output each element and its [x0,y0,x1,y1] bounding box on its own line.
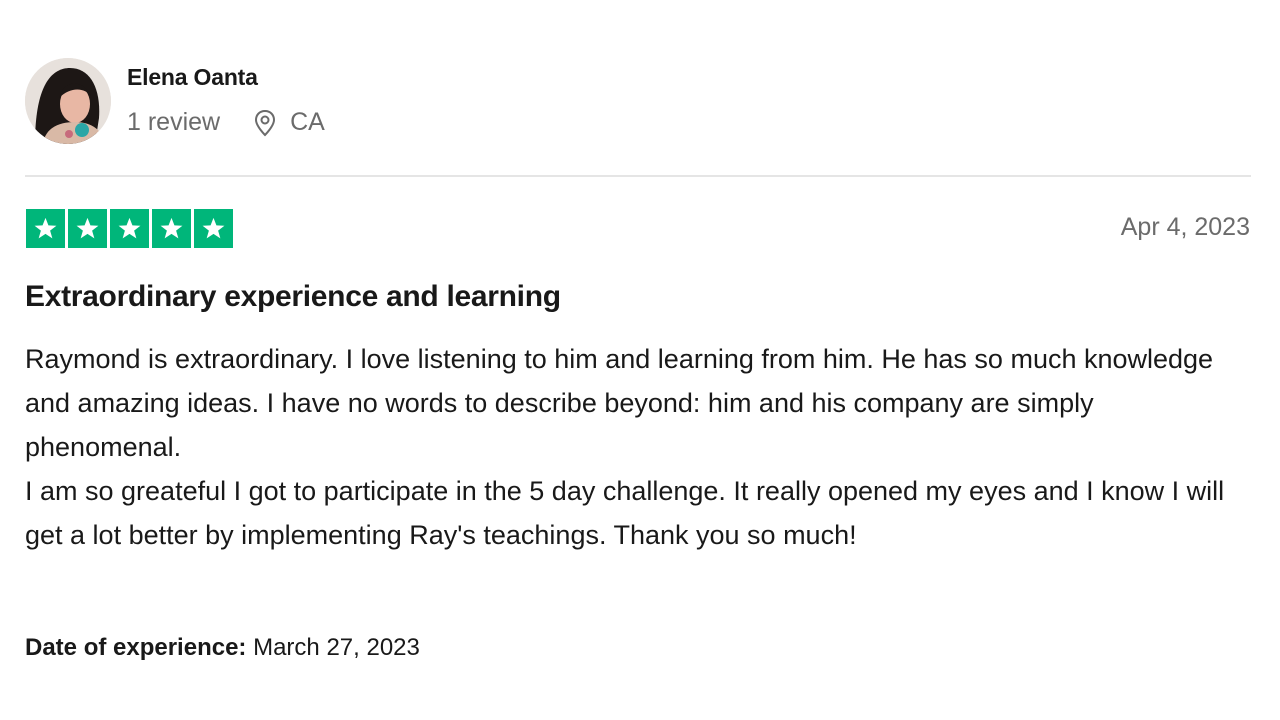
experience-label: Date of experience: [25,634,247,661]
consumer-meta: 1 review CA [127,108,325,137]
consumer-location: CA [290,108,325,136]
review-count: 1 review [127,108,221,136]
star-icon [68,209,107,248]
star-icon [152,209,191,248]
review-paragraph: Raymond is extraordinary. I love listeni… [25,344,1214,462]
review-body: Raymond is extraordinary. I love listeni… [25,337,1255,557]
star-icon [194,209,233,248]
avatar[interactable] [25,58,111,144]
experience-date: March 27, 2023 [253,634,420,661]
date-of-experience: Date of experience: March 27, 2023 [25,634,420,662]
review-date: Apr 4, 2023 [1120,213,1250,241]
consumer-name[interactable]: Elena Oanta [127,64,258,91]
review-title[interactable]: Extraordinary experience and learning [25,280,561,314]
review-card: Elena Oanta 1 review CA Apr 4, 2023 Extr… [0,0,1280,720]
star-rating [26,209,233,248]
star-icon [110,209,149,248]
divider [25,175,1251,177]
location-pin-icon [252,109,278,137]
star-icon [26,209,65,248]
avatar-photo [25,58,111,144]
review-paragraph: I am so greateful I got to participate i… [25,476,1225,550]
